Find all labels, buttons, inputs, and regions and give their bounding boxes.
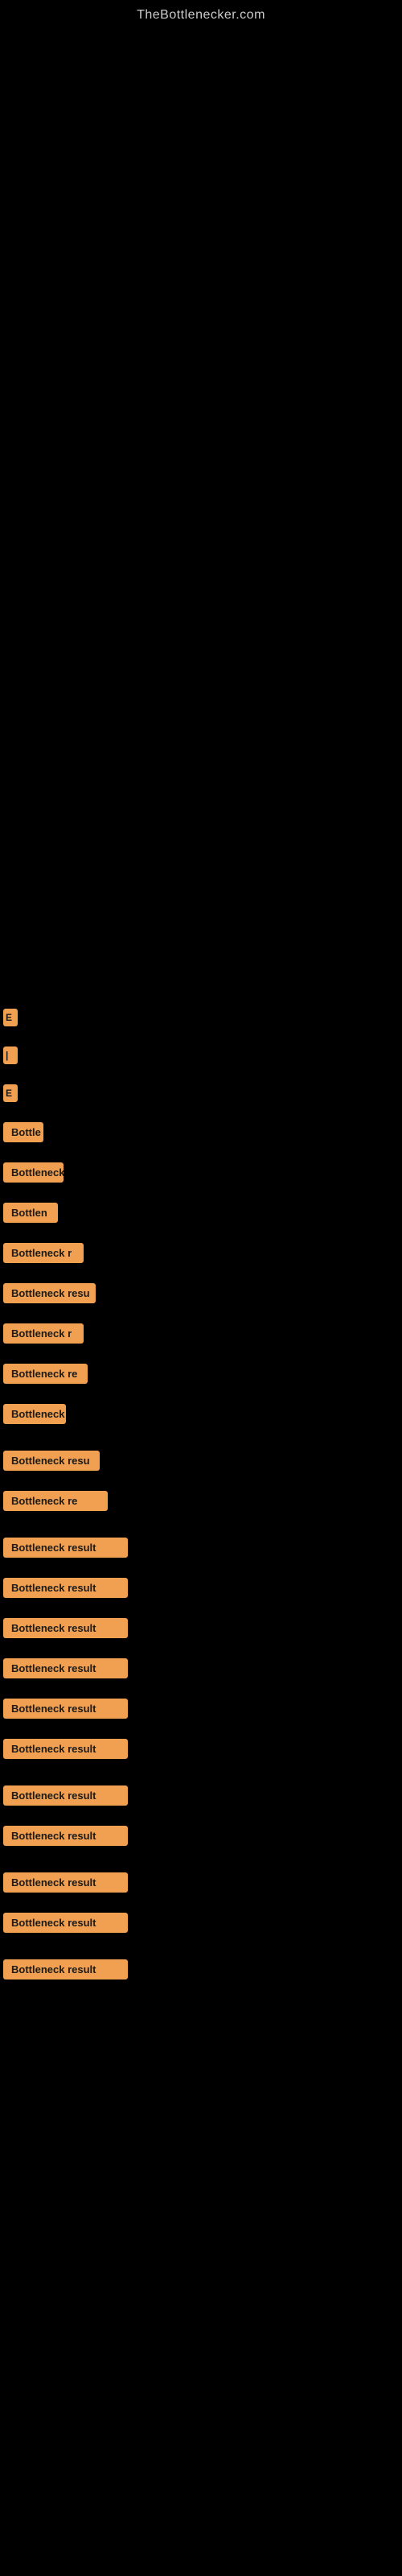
- main-content: E | E Bottle Bottleneck Bottlen Bottle: [0, 27, 402, 2006]
- bottleneck-result-label-11: Bottleneck: [3, 1404, 66, 1424]
- bottleneck-result-label-12: Bottleneck resu: [3, 1451, 100, 1471]
- result-row-24: Bottleneck result: [0, 1959, 402, 1984]
- top-dark-section: [0, 27, 402, 510]
- bottleneck-result-label-9: Bottleneck r: [3, 1323, 84, 1344]
- result-row-5: Bottleneck: [0, 1162, 402, 1187]
- result-row-11: Bottleneck: [0, 1404, 402, 1428]
- result-row-19: Bottleneck result: [0, 1739, 402, 1763]
- bottleneck-result-label-21: Bottleneck result: [3, 1826, 128, 1846]
- result-row-13: Bottleneck re: [0, 1491, 402, 1515]
- bottleneck-result-label-4: Bottle: [3, 1122, 43, 1142]
- result-row-16: Bottleneck result: [0, 1618, 402, 1642]
- result-row-7: Bottleneck r: [0, 1243, 402, 1267]
- result-row-21: Bottleneck result: [0, 1826, 402, 1850]
- result-row-1: E: [0, 1009, 402, 1030]
- result-row-3: E: [0, 1084, 402, 1106]
- result-row-15: Bottleneck result: [0, 1578, 402, 1602]
- bottleneck-result-label-6: Bottlen: [3, 1203, 58, 1223]
- bottleneck-result-label-17: Bottleneck result: [3, 1658, 128, 1678]
- result-row-4: Bottle: [0, 1122, 402, 1146]
- bottleneck-result-label-5: Bottleneck: [3, 1162, 64, 1183]
- bottleneck-result-label-22: Bottleneck result: [3, 1872, 128, 1893]
- site-header: TheBottlenecker.com: [0, 0, 402, 27]
- result-row-18: Bottleneck result: [0, 1699, 402, 1723]
- bottleneck-result-label-8: Bottleneck resu: [3, 1283, 96, 1303]
- result-row-6: Bottlen: [0, 1203, 402, 1227]
- result-row-23: Bottleneck result: [0, 1913, 402, 1937]
- bottleneck-result-label-15: Bottleneck result: [3, 1578, 128, 1598]
- result-row-10: Bottleneck re: [0, 1364, 402, 1388]
- bottleneck-result-label-1: E: [3, 1009, 18, 1026]
- result-row-8: Bottleneck resu: [0, 1283, 402, 1307]
- bottleneck-result-label-10: Bottleneck re: [3, 1364, 88, 1384]
- result-row-9: Bottleneck r: [0, 1323, 402, 1348]
- bottleneck-result-label-20: Bottleneck result: [3, 1785, 128, 1806]
- bottleneck-result-label-16: Bottleneck result: [3, 1618, 128, 1638]
- bottleneck-result-label-14: Bottleneck result: [3, 1538, 128, 1558]
- bottleneck-result-label-2: |: [3, 1046, 18, 1064]
- results-section: E | E Bottle Bottleneck Bottlen Bottle: [0, 510, 402, 1984]
- site-title: TheBottlenecker.com: [0, 0, 402, 27]
- result-row-17: Bottleneck result: [0, 1658, 402, 1682]
- bottleneck-result-label-23: Bottleneck result: [3, 1913, 128, 1933]
- result-row-2: |: [0, 1046, 402, 1068]
- bottleneck-result-label-7: Bottleneck r: [3, 1243, 84, 1263]
- result-row-14: Bottleneck result: [0, 1538, 402, 1562]
- result-row-12: Bottleneck resu: [0, 1451, 402, 1475]
- result-row-22: Bottleneck result: [0, 1872, 402, 1897]
- bottleneck-result-label-19: Bottleneck result: [3, 1739, 128, 1759]
- bottleneck-result-label-18: Bottleneck result: [3, 1699, 128, 1719]
- bottleneck-result-label-24: Bottleneck result: [3, 1959, 128, 1979]
- result-row-20: Bottleneck result: [0, 1785, 402, 1810]
- bottleneck-result-label-3: E: [3, 1084, 18, 1102]
- bottleneck-result-label-13: Bottleneck re: [3, 1491, 108, 1511]
